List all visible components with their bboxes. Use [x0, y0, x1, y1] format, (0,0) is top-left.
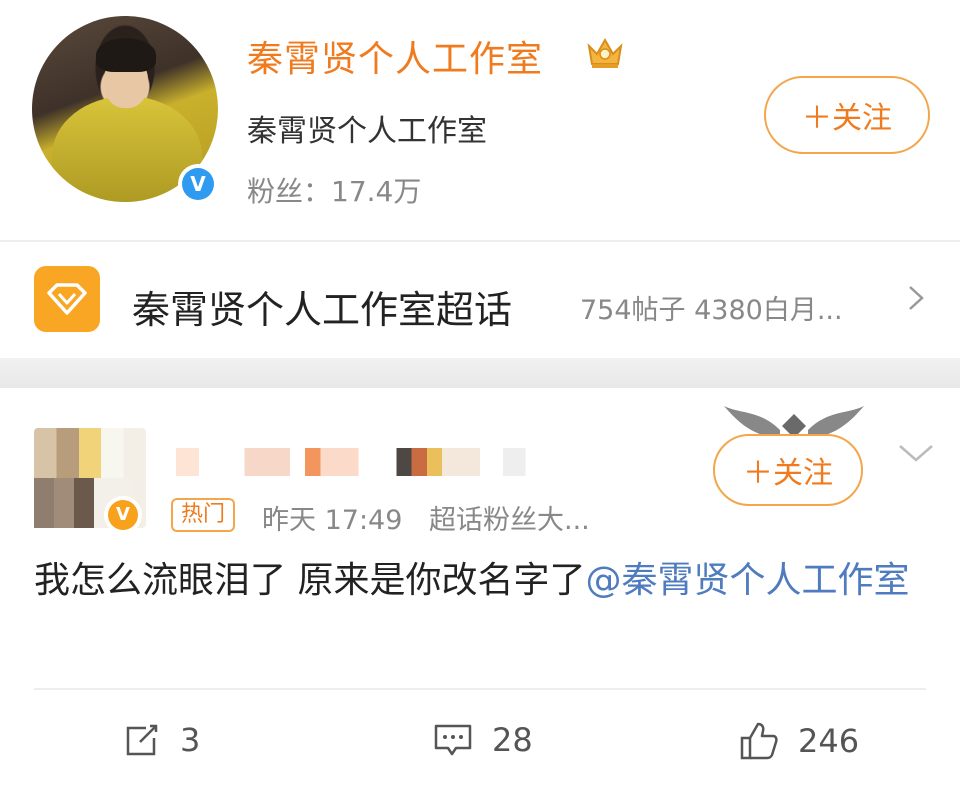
profile-card: V 秦霄贤个人工作室 秦霄贤个人工作室 粉丝：17.4万 ＋关注	[0, 0, 960, 240]
profile-subtitle: 秦霄贤个人工作室	[247, 114, 487, 149]
share-count: 3	[180, 721, 201, 759]
fans-count: 粉丝：17.4万	[247, 175, 422, 208]
super-topic-meta: 754帖子 4380白月...	[580, 295, 843, 326]
gold-crown-icon	[587, 37, 623, 68]
post-meta: 昨天 17:49 超话粉丝大...	[262, 498, 608, 537]
post-source: 超话粉丝大...	[429, 505, 590, 536]
share-icon	[126, 724, 158, 756]
post-card: V ＋关注 热门 昨天 17:49 超话粉丝大... 我怎么流眼泪了 原来是你改…	[0, 388, 960, 791]
verified-v-icon: V	[104, 496, 142, 534]
post-follow-button[interactable]: ＋关注	[713, 434, 863, 506]
super-topic-title: 秦霄贤个人工作室超话	[132, 288, 513, 332]
hot-tag: 热门	[171, 498, 236, 532]
mention-link[interactable]: @秦霄贤个人工作室	[585, 560, 909, 601]
divider	[34, 688, 926, 690]
comment-count: 28	[492, 721, 533, 759]
chevron-right-icon	[909, 286, 924, 310]
like-count: 246	[798, 722, 860, 760]
profile-name[interactable]: 秦霄贤个人工作室	[247, 30, 543, 82]
comment-icon	[434, 724, 472, 756]
like-button[interactable]: 246	[738, 720, 859, 762]
share-button[interactable]: 3	[122, 720, 200, 760]
user-name-pixelated[interactable]	[176, 448, 556, 476]
verified-v-icon: V	[178, 164, 218, 204]
post-time: 昨天 17:49	[262, 505, 403, 536]
diamond-icon	[34, 266, 100, 332]
post-body: 我怎么流眼泪了 原来是你改名字了	[34, 560, 586, 601]
section-separator	[0, 358, 960, 388]
thumbs-up-icon	[740, 722, 778, 760]
super-topic-row[interactable]: 秦霄贤个人工作室超话 754帖子 4380白月...	[0, 242, 960, 358]
avatar-hair	[96, 38, 156, 72]
post-text: 我怎么流眼泪了 原来是你改名字了@秦霄贤个人工作室	[34, 554, 934, 608]
comment-button[interactable]: 28	[432, 720, 533, 760]
follow-button[interactable]: ＋关注	[764, 76, 930, 154]
chevron-down-icon[interactable]	[896, 442, 936, 466]
